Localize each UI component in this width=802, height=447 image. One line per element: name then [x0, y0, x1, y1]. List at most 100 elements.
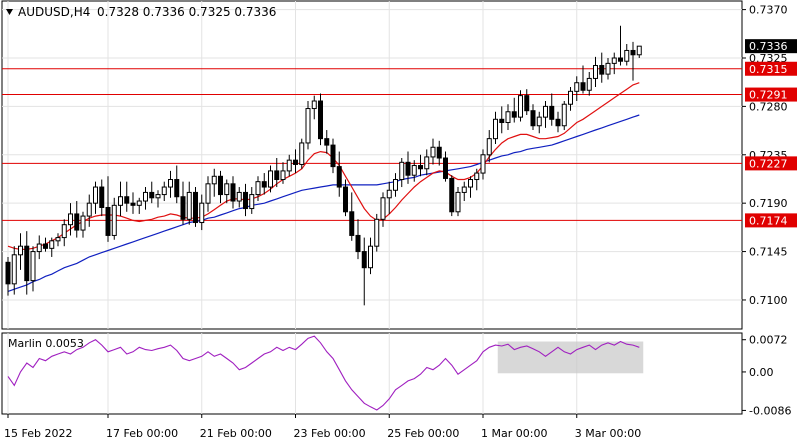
- candle-up: [480, 154, 486, 174]
- candle-up: [468, 179, 473, 188]
- candle-up: [61, 224, 67, 239]
- candle-down: [324, 138, 330, 146]
- candle-up: [11, 254, 17, 285]
- candle-up: [68, 213, 73, 226]
- candle-up: [136, 200, 142, 206]
- candle-down: [43, 243, 48, 249]
- candle-up: [636, 45, 642, 56]
- candle-up: [249, 194, 255, 210]
- candle-down: [580, 82, 586, 91]
- candle-up: [86, 202, 92, 217]
- candle-down: [418, 165, 423, 170]
- candle-down: [293, 159, 298, 165]
- candle-down: [549, 105, 555, 120]
- candle-up: [93, 186, 98, 204]
- indicator-tick-label: 0.00: [749, 366, 774, 379]
- candle-up: [55, 237, 61, 242]
- candle-up: [543, 105, 548, 118]
- price-tick-label: 0.7370: [749, 4, 788, 17]
- level-price-tag: 0.7291: [749, 89, 788, 102]
- candle-down: [180, 196, 186, 220]
- candle-up: [236, 191, 242, 202]
- candle-up: [305, 108, 311, 144]
- time-tick-label: 1 Mar 00:00: [481, 427, 547, 440]
- candle-up: [111, 204, 117, 236]
- candle-up: [205, 183, 211, 204]
- time-tick-label: 15 Feb 2022: [4, 427, 72, 440]
- candle-up: [18, 245, 23, 256]
- chart-canvas[interactable]: AUDUSD,H4 0.7328 0.7336 0.7325 0.7336 Ma…: [0, 0, 802, 443]
- highlight-box: [497, 341, 644, 374]
- candle-up: [368, 245, 373, 269]
- current-price-tag: 0.7336: [749, 40, 788, 53]
- level-price-tag: 0.7315: [749, 63, 788, 76]
- candle-down: [405, 161, 411, 176]
- candle-down: [524, 95, 530, 112]
- chart-window[interactable]: AUDUSD,H4 0.7328 0.7336 0.7325 0.7336 Ma…: [0, 0, 802, 443]
- candle-down: [149, 191, 155, 199]
- candle-up: [561, 103, 567, 127]
- candle-down: [130, 202, 136, 206]
- candle-up: [399, 161, 405, 181]
- candle-up: [268, 170, 273, 188]
- indicator-tick-label: 0.0072: [749, 334, 788, 347]
- level-price-tag: 0.7227: [749, 157, 788, 170]
- candle-up: [299, 142, 305, 165]
- candle-down: [630, 49, 636, 56]
- time-tick-label: 21 Feb 00:00: [200, 427, 272, 440]
- level-price-tag: 0.7174: [749, 214, 788, 227]
- candle-up: [155, 194, 161, 199]
- candle-down: [218, 175, 223, 196]
- canvas-background: [0, 0, 802, 443]
- candle-up: [118, 196, 123, 206]
- candle-up: [411, 165, 417, 176]
- price-tick-label: 0.7190: [749, 197, 788, 210]
- candle-up: [486, 138, 492, 156]
- candle-down: [318, 100, 323, 140]
- candle-down: [349, 211, 355, 236]
- symbol-label: AUDUSD,H4: [18, 5, 90, 19]
- candle-down: [99, 186, 105, 208]
- candle-up: [424, 156, 430, 170]
- candle-up: [168, 179, 173, 188]
- candle-down: [555, 118, 561, 127]
- candle-up: [393, 179, 398, 191]
- candle-down: [361, 251, 367, 269]
- candle-up: [574, 82, 580, 92]
- candle-down: [436, 146, 442, 159]
- candle-down: [230, 183, 236, 202]
- candle-up: [224, 183, 230, 196]
- candle-up: [593, 65, 598, 79]
- candle-down: [618, 57, 623, 62]
- candle-up: [568, 90, 573, 105]
- time-tick-label: 3 Mar 00:00: [575, 427, 641, 440]
- candle-up: [286, 159, 292, 172]
- candle-up: [36, 243, 42, 253]
- candle-up: [461, 186, 467, 193]
- candle-up: [474, 172, 480, 181]
- candle-up: [493, 118, 498, 140]
- candle-down: [124, 196, 130, 204]
- candle-up: [374, 218, 380, 247]
- candle-down: [105, 206, 111, 236]
- time-tick-label: 17 Feb 00:00: [106, 427, 178, 440]
- candle-up: [380, 197, 386, 220]
- candle-down: [343, 186, 348, 213]
- candle-down: [243, 191, 248, 210]
- indicator-label: Marlin 0.0053: [8, 337, 84, 350]
- candle-up: [186, 191, 192, 220]
- candle-up: [455, 191, 461, 213]
- candle-down: [74, 213, 80, 231]
- candle-down: [449, 177, 455, 213]
- candle-down: [355, 234, 361, 253]
- candle-down: [336, 166, 342, 188]
- candle-down: [530, 110, 536, 127]
- candle-down: [499, 118, 505, 124]
- candle-up: [30, 251, 36, 282]
- candle-up: [255, 181, 261, 196]
- candle-up: [611, 57, 617, 64]
- candle-down: [599, 65, 605, 75]
- candle-up: [518, 95, 523, 118]
- price-tick-label: 0.7145: [749, 246, 788, 259]
- candle-down: [5, 261, 11, 285]
